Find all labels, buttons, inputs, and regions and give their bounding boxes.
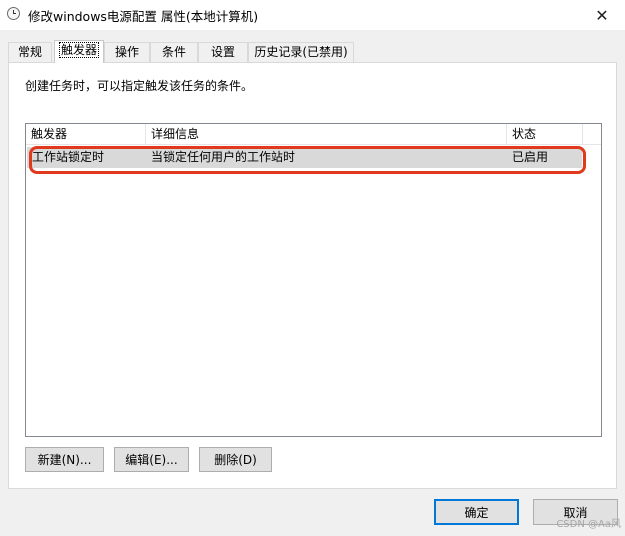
tab-label: 触发器 — [58, 42, 100, 58]
tab-settings[interactable]: 设置 — [198, 42, 248, 62]
tab-label: 设置 — [210, 45, 235, 59]
column-header-trigger[interactable]: 触发器 — [26, 124, 146, 144]
tab-conditions[interactable]: 条件 — [150, 42, 198, 62]
column-header-status[interactable]: 状态 — [507, 124, 583, 144]
column-header-details[interactable]: 详细信息 — [146, 124, 507, 144]
tab-general[interactable]: 常规 — [8, 42, 52, 62]
tab-label: 条件 — [161, 45, 186, 59]
list-header: 触发器 详细信息 状态 — [26, 124, 601, 145]
task-clock-icon — [7, 7, 20, 20]
tab-history[interactable]: 历史记录(已禁用) — [248, 42, 354, 62]
triggers-description: 创建任务时，可以指定触发该任务的条件。 — [25, 79, 254, 93]
window-title: 修改windows电源配置 属性(本地计算机) — [28, 9, 259, 24]
cell-trigger: 工作站锁定时 — [32, 150, 105, 164]
ok-button[interactable]: 确定 — [434, 499, 519, 525]
table-row[interactable]: 工作站锁定时 当锁定任何用户的工作站时 已启用 — [27, 147, 582, 168]
cell-details: 当锁定任何用户的工作站时 — [151, 150, 296, 164]
cell-status: 已启用 — [512, 150, 549, 164]
tab-triggers[interactable]: 触发器 — [54, 40, 104, 63]
new-trigger-button[interactable]: 新建(N)... — [25, 447, 104, 472]
tab-label: 操作 — [114, 45, 139, 59]
tab-label: 常规 — [17, 45, 42, 59]
triggers-panel: 创建任务时，可以指定触发该任务的条件。 触发器 详细信息 状态 工作站锁定时 当… — [8, 62, 617, 489]
close-button[interactable]: ✕ — [579, 0, 625, 30]
edit-trigger-button[interactable]: 编辑(E)... — [114, 447, 189, 472]
tab-label: 历史记录(已禁用) — [254, 45, 348, 59]
watermark: CSDN @Aa风 — [556, 519, 621, 530]
delete-trigger-button[interactable]: 删除(D) — [199, 447, 272, 472]
tab-actions[interactable]: 操作 — [104, 42, 150, 62]
title-bar: 修改windows电源配置 属性(本地计算机) ✕ — [0, 0, 625, 30]
triggers-list[interactable]: 触发器 详细信息 状态 工作站锁定时 当锁定任何用户的工作站时 已启用 — [25, 123, 602, 437]
